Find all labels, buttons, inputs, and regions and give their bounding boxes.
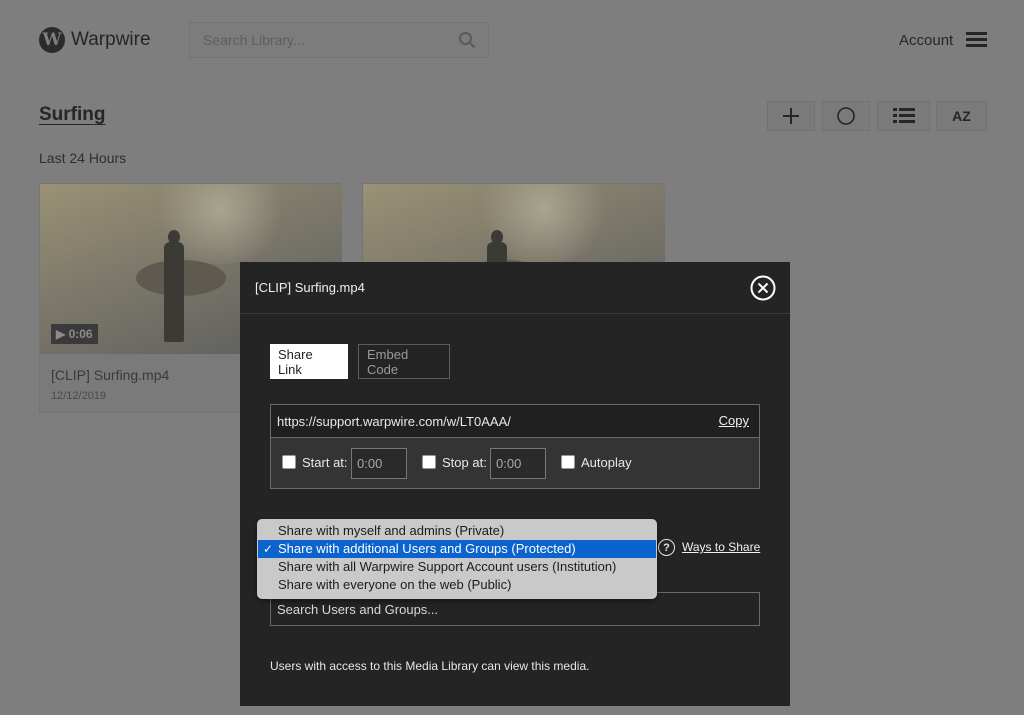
ways-to-share-link[interactable]: Ways to Share — [682, 540, 760, 554]
circle-icon — [837, 107, 855, 125]
plus-icon — [783, 108, 799, 124]
sort-az-button[interactable]: AZ — [936, 101, 987, 131]
record-button[interactable] — [822, 101, 870, 131]
stop-at-checkbox[interactable] — [422, 455, 436, 469]
copy-button[interactable]: Copy — [719, 413, 749, 428]
search-input[interactable]: Search Library... — [203, 32, 305, 48]
share-url-row: https://support.warpwire.com/w/LT0AAA/ C… — [271, 405, 759, 438]
share-option-public[interactable]: Share with everyone on the web (Public) — [257, 576, 657, 594]
link-options-row: Start at: 0:00 Stop at: 0:00 Autoplay — [271, 438, 759, 488]
warpwire-logo-icon: W — [39, 27, 65, 53]
autoplay-checkbox[interactable] — [561, 455, 575, 469]
list-view-button[interactable] — [877, 101, 930, 131]
stop-time-input[interactable]: 0:00 — [490, 448, 546, 479]
library-search[interactable]: Search Library... — [189, 22, 489, 58]
option-label: Share with myself and admins (Private) — [278, 523, 505, 538]
share-option-institution[interactable]: Share with all Warpwire Support Account … — [257, 558, 657, 576]
start-at-checkbox[interactable] — [282, 455, 296, 469]
brand-name: Warpwire — [71, 29, 151, 50]
duration-badge: ▶ 0:06 — [51, 324, 98, 344]
stop-at-label: Stop at: — [442, 455, 487, 470]
option-label: Share with all Warpwire Support Account … — [278, 559, 617, 574]
help-question-icon[interactable]: ? — [658, 539, 675, 556]
tab-share-link[interactable]: Share Link — [270, 344, 348, 379]
option-label: Share with additional Users and Groups (… — [278, 541, 576, 556]
share-option-protected[interactable]: ✓ Share with additional Users and Groups… — [258, 540, 656, 558]
library-title[interactable]: Surfing — [39, 104, 106, 126]
hamburger-menu-icon[interactable] — [966, 32, 987, 48]
list-view-icon — [892, 108, 915, 123]
share-url-field[interactable]: https://support.warpwire.com/w/LT0AAA/ — [277, 414, 511, 429]
start-at-label: Start at: — [302, 455, 348, 470]
checkmark-icon: ✓ — [263, 542, 274, 556]
add-media-button[interactable] — [767, 101, 815, 131]
close-icon[interactable] — [750, 275, 776, 301]
share-modal: [CLIP] Surfing.mp4 Share Link Embed Code… — [240, 262, 790, 706]
start-time-input[interactable]: 0:00 — [351, 448, 407, 479]
share-link-box: https://support.warpwire.com/w/LT0AAA/ C… — [270, 404, 760, 489]
share-option-private[interactable]: Share with myself and admins (Private) — [257, 522, 657, 540]
media-title[interactable]: [CLIP] Surfing.mp4 — [51, 367, 169, 383]
modal-title: [CLIP] Surfing.mp4 — [255, 280, 365, 295]
search-icon[interactable] — [458, 31, 476, 49]
tab-embed-code[interactable]: Embed Code — [358, 344, 450, 379]
share-level-dropdown[interactable]: Share with myself and admins (Private) ✓… — [257, 519, 657, 599]
modal-header: [CLIP] Surfing.mp4 — [240, 262, 790, 314]
access-note: Users with access to this Media Library … — [270, 659, 590, 673]
autoplay-label: Autoplay — [581, 455, 632, 470]
brand-logo[interactable]: W Warpwire — [39, 27, 151, 53]
account-link[interactable]: Account — [899, 32, 953, 49]
option-label: Share with everyone on the web (Public) — [278, 577, 512, 592]
sort-az-icon: AZ — [952, 108, 971, 124]
period-label: Last 24 Hours — [39, 150, 127, 166]
media-date: 12/12/2019 — [51, 390, 107, 402]
users-search-placeholder: Search Users and Groups... — [277, 602, 439, 617]
